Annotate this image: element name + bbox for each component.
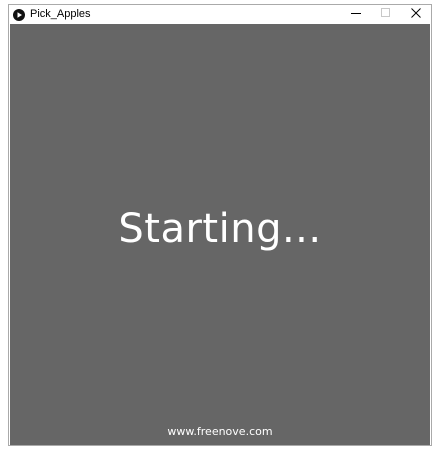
title-bar[interactable]: Pick_Apples	[9, 5, 431, 23]
maximize-icon	[381, 5, 391, 23]
window-title: Pick_Apples	[30, 8, 91, 20]
minimize-button[interactable]	[341, 5, 371, 23]
maximize-button[interactable]	[371, 5, 401, 23]
minimize-icon	[351, 5, 361, 23]
close-icon	[411, 5, 421, 23]
game-canvas[interactable]: Starting... www.freenove.com	[10, 24, 430, 445]
close-button[interactable]	[401, 5, 431, 23]
play-circle-icon	[13, 8, 25, 21]
app-window: Pick_Apples Starting... www.freenove.com	[8, 4, 432, 446]
starting-message: Starting...	[118, 206, 322, 252]
window-controls	[341, 5, 431, 23]
footer-url: www.freenove.com	[167, 425, 273, 438]
